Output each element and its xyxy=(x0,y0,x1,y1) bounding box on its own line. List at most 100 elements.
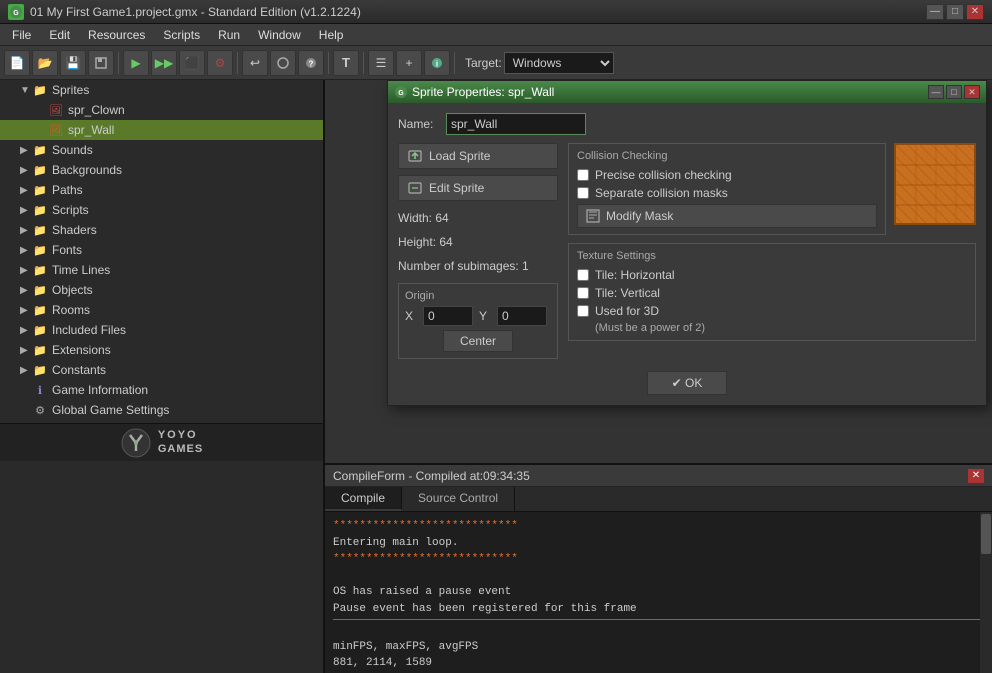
tree-extensions[interactable]: ▶ 📁 Extensions xyxy=(0,340,323,360)
tile-vertical-checkbox[interactable] xyxy=(577,287,589,299)
toolbar: 📄 📂 💾 ▶ ▶▶ ⬛ ⚙ ↩ ? T ☰ + i Target: Windo… xyxy=(0,46,992,80)
add-button[interactable]: + xyxy=(396,50,422,76)
separate-masks-label: Separate collision masks xyxy=(595,186,728,200)
tree-scripts[interactable]: ▶ 📁 Scripts xyxy=(0,200,323,220)
tree-fonts[interactable]: ▶ 📁 Fonts xyxy=(0,240,323,260)
layout-button[interactable]: ☰ xyxy=(368,50,394,76)
tile-horizontal-checkbox[interactable] xyxy=(577,269,589,281)
tree-spr-wall[interactable]: 🖼 spr_Wall xyxy=(0,120,323,140)
compile-content: **************************** Entering ma… xyxy=(325,512,992,673)
game-info-icon: ℹ xyxy=(32,382,48,398)
tile-vertical-label: Tile: Vertical xyxy=(595,286,660,300)
tree-paths[interactable]: ▶ 📁 Paths xyxy=(0,180,323,200)
save-button[interactable]: 💾 xyxy=(60,50,86,76)
tree-game-info[interactable]: ℹ Game Information xyxy=(0,380,323,400)
sprite-height-info: Height: 64 xyxy=(398,235,558,249)
compile-panel: CompileForm - Compiled at:09:34:35 ✕ Com… xyxy=(325,463,992,673)
sprite-dialog-minimize[interactable]: — xyxy=(928,85,944,99)
build-button[interactable]: ⚙ xyxy=(207,50,233,76)
precise-collision-checkbox[interactable] xyxy=(577,169,589,181)
target-select[interactable]: Windows Mac OS X Linux Android iOS xyxy=(504,52,614,74)
expand-arrow[interactable]: ▶ xyxy=(20,305,32,316)
tree-backgrounds[interactable]: ▶ 📁 Backgrounds xyxy=(0,160,323,180)
expand-arrow[interactable]: ▶ xyxy=(20,165,32,176)
expand-arrow[interactable]: ▶ xyxy=(20,225,32,236)
info-button[interactable]: i xyxy=(424,50,450,76)
help-button[interactable]: ? xyxy=(298,50,324,76)
menu-edit[interactable]: Edit xyxy=(41,26,78,44)
tree-objects[interactable]: ▶ 📁 Objects xyxy=(0,280,323,300)
expand-arrow[interactable]: ▶ xyxy=(20,345,32,356)
menu-scripts[interactable]: Scripts xyxy=(155,26,208,44)
tree-global-settings[interactable]: ⚙ Global Game Settings xyxy=(0,400,323,420)
menu-run[interactable]: Run xyxy=(210,26,248,44)
stop-button[interactable]: ⬛ xyxy=(179,50,205,76)
maximize-button[interactable]: □ xyxy=(946,4,964,20)
expand-arrow[interactable]: ▶ xyxy=(20,325,32,336)
modify-mask-button[interactable]: Modify Mask xyxy=(577,204,877,228)
expand-arrow[interactable]: ▼ xyxy=(20,85,32,96)
global-settings-icon: ⚙ xyxy=(32,402,48,418)
svg-text:G: G xyxy=(398,90,404,97)
open-button[interactable]: 📂 xyxy=(32,50,58,76)
save-all-button[interactable] xyxy=(88,50,114,76)
sprites-folder-icon: 📁 xyxy=(32,82,48,98)
close-button[interactable]: ✕ xyxy=(966,4,984,20)
rooms-label: Rooms xyxy=(52,303,90,317)
texture-group: Texture Settings Tile: Horizontal Tile: … xyxy=(568,243,976,341)
redo-button[interactable] xyxy=(270,50,296,76)
ok-button[interactable]: ✔ OK xyxy=(647,371,727,395)
origin-x-row: X Y xyxy=(405,306,551,326)
tree-rooms[interactable]: ▶ 📁 Rooms xyxy=(0,300,323,320)
separate-masks-checkbox[interactable] xyxy=(577,187,589,199)
svg-text:?: ? xyxy=(309,59,314,68)
source-control-tab[interactable]: Source Control xyxy=(402,487,515,511)
expand-arrow[interactable]: ▶ xyxy=(20,285,32,296)
font-button[interactable]: T xyxy=(333,50,359,76)
edit-sprite-button[interactable]: Edit Sprite xyxy=(398,175,558,201)
expand-arrow[interactable]: ▶ xyxy=(20,205,32,216)
menu-help[interactable]: Help xyxy=(311,26,352,44)
origin-y-input[interactable] xyxy=(497,306,547,326)
load-sprite-button[interactable]: Load Sprite xyxy=(398,143,558,169)
minimize-button[interactable]: — xyxy=(926,4,944,20)
tree-shaders[interactable]: ▶ 📁 Shaders xyxy=(0,220,323,240)
center-button[interactable]: Center xyxy=(443,330,513,352)
scrollbar-thumb[interactable] xyxy=(981,514,991,554)
tree-constants[interactable]: ▶ 📁 Constants xyxy=(0,360,323,380)
expand-arrow[interactable]: ▶ xyxy=(20,365,32,376)
run-button[interactable]: ▶ xyxy=(123,50,149,76)
origin-group: Origin X Y Center xyxy=(398,283,558,359)
paths-folder-icon: 📁 xyxy=(32,182,48,198)
tree-timelines[interactable]: ▶ 📁 Time Lines xyxy=(0,260,323,280)
origin-x-input[interactable] xyxy=(423,306,473,326)
used-for-3d-checkbox[interactable] xyxy=(577,305,589,317)
expand-arrow[interactable]: ▶ xyxy=(20,145,32,156)
tree-sprites[interactable]: ▼ 📁 Sprites xyxy=(0,80,323,100)
run-debug-button[interactable]: ▶▶ xyxy=(151,50,177,76)
new-button[interactable]: 📄 xyxy=(4,50,30,76)
origin-x-label: X xyxy=(405,309,417,323)
menu-resources[interactable]: Resources xyxy=(80,26,153,44)
title-bar-controls: — □ ✕ xyxy=(926,4,984,20)
tree-spr-clown[interactable]: 🖼 spr_Clown xyxy=(0,100,323,120)
undo-button[interactable]: ↩ xyxy=(242,50,268,76)
menu-file[interactable]: File xyxy=(4,26,39,44)
compile-tab[interactable]: Compile xyxy=(325,487,402,511)
scripts-folder-icon: 📁 xyxy=(32,202,48,218)
included-files-label: Included Files xyxy=(52,323,126,337)
name-input[interactable] xyxy=(446,113,586,135)
toolbar-sep-3 xyxy=(328,52,329,74)
compile-line: Entering main loop. xyxy=(333,535,984,552)
tree-included-files[interactable]: ▶ 📁 Included Files xyxy=(0,320,323,340)
expand-arrow[interactable]: ▶ xyxy=(20,265,32,276)
sprite-dialog-maximize[interactable]: □ xyxy=(946,85,962,99)
tree-sounds[interactable]: ▶ 📁 Sounds xyxy=(0,140,323,160)
paths-label: Paths xyxy=(52,183,83,197)
menu-window[interactable]: Window xyxy=(250,26,309,44)
scrollbar[interactable] xyxy=(980,512,992,673)
expand-arrow[interactable]: ▶ xyxy=(20,245,32,256)
expand-arrow[interactable]: ▶ xyxy=(20,185,32,196)
sprite-dialog-close[interactable]: ✕ xyxy=(964,85,980,99)
compile-close-button[interactable]: ✕ xyxy=(968,469,984,483)
